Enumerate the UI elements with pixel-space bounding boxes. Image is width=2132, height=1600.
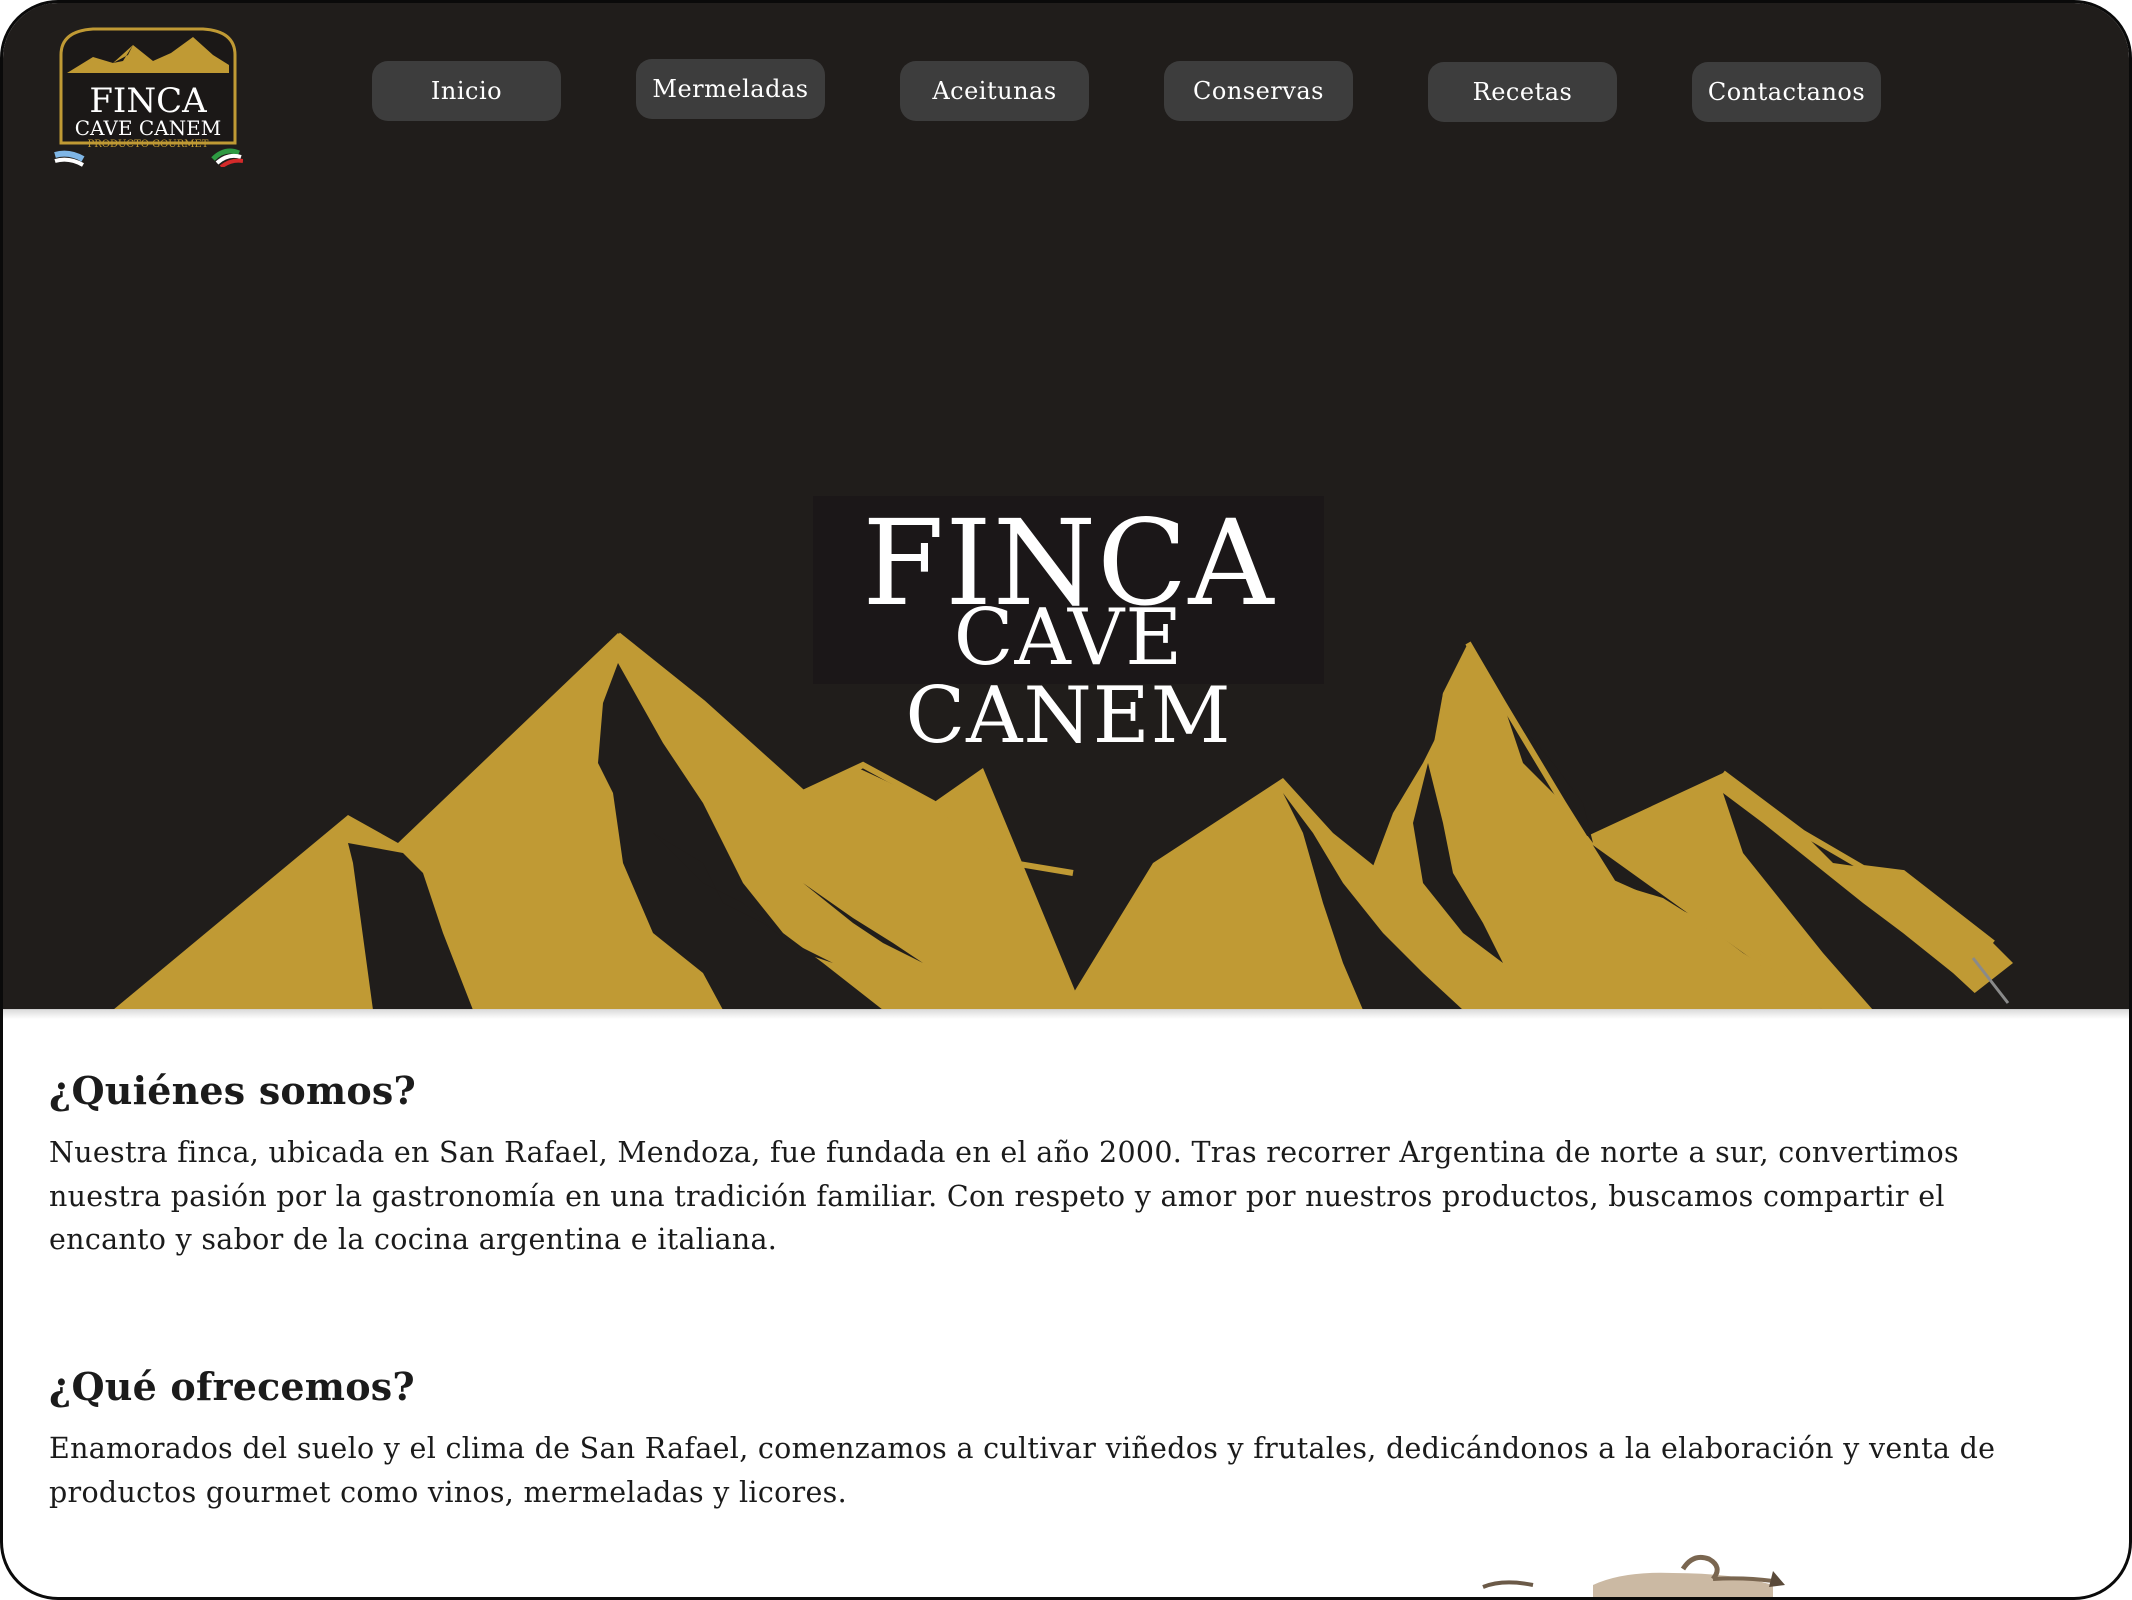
offer-section: ¿Qué ofrecemos? Enamorados del suelo y e… [49,1364,2049,1514]
logo-text-cave-canem: CAVE CANEM [75,116,221,140]
hero-divider [3,1009,2129,1019]
finca-logo[interactable]: FINCA CAVE CANEM PRODUCTO GOURMET [53,25,243,167]
offer-text: Enamorados del suelo y el clima de San R… [49,1432,1996,1509]
offer-title: ¿Qué ofrecemos? [49,1364,415,1409]
hero-brand-cave-canem: CAVE CANEM [905,593,1232,761]
nav-recetas-button[interactable]: Recetas [1428,62,1617,122]
nav-mermeladas-button[interactable]: Mermeladas [636,59,825,119]
about-text: Nuestra finca, ubicada en San Rafael, Me… [49,1136,1959,1256]
about-title: ¿Quiénes somos? [49,1068,416,1113]
nav-contactanos-button[interactable]: Contactanos [1692,62,1881,122]
logo-text-gourmet: PRODUCTO GOURMET [88,139,209,150]
nav-aceitunas-button[interactable]: Aceitunas [900,61,1089,121]
main-navigation: Inicio Mermeladas Aceitunas Conservas Re… [372,59,1882,123]
nav-inicio-button[interactable]: Inicio [372,61,561,121]
logo-text-finca: FINCA [89,81,207,121]
about-section: ¿Quiénes somos? Nuestra finca, ubicada e… [49,1068,2049,1262]
hero-banner: FINCA CAVE CANEM PRODUCTO GOURMET Inicio… [3,3,2129,1010]
browser-frame: FINCA CAVE CANEM PRODUCTO GOURMET Inicio… [0,0,2132,1600]
nav-conservas-button[interactable]: Conservas [1164,61,1353,121]
product-image [1482,1554,1785,1597]
hero-brand-wordmark: FINCA CAVE CANEM [813,496,1324,755]
